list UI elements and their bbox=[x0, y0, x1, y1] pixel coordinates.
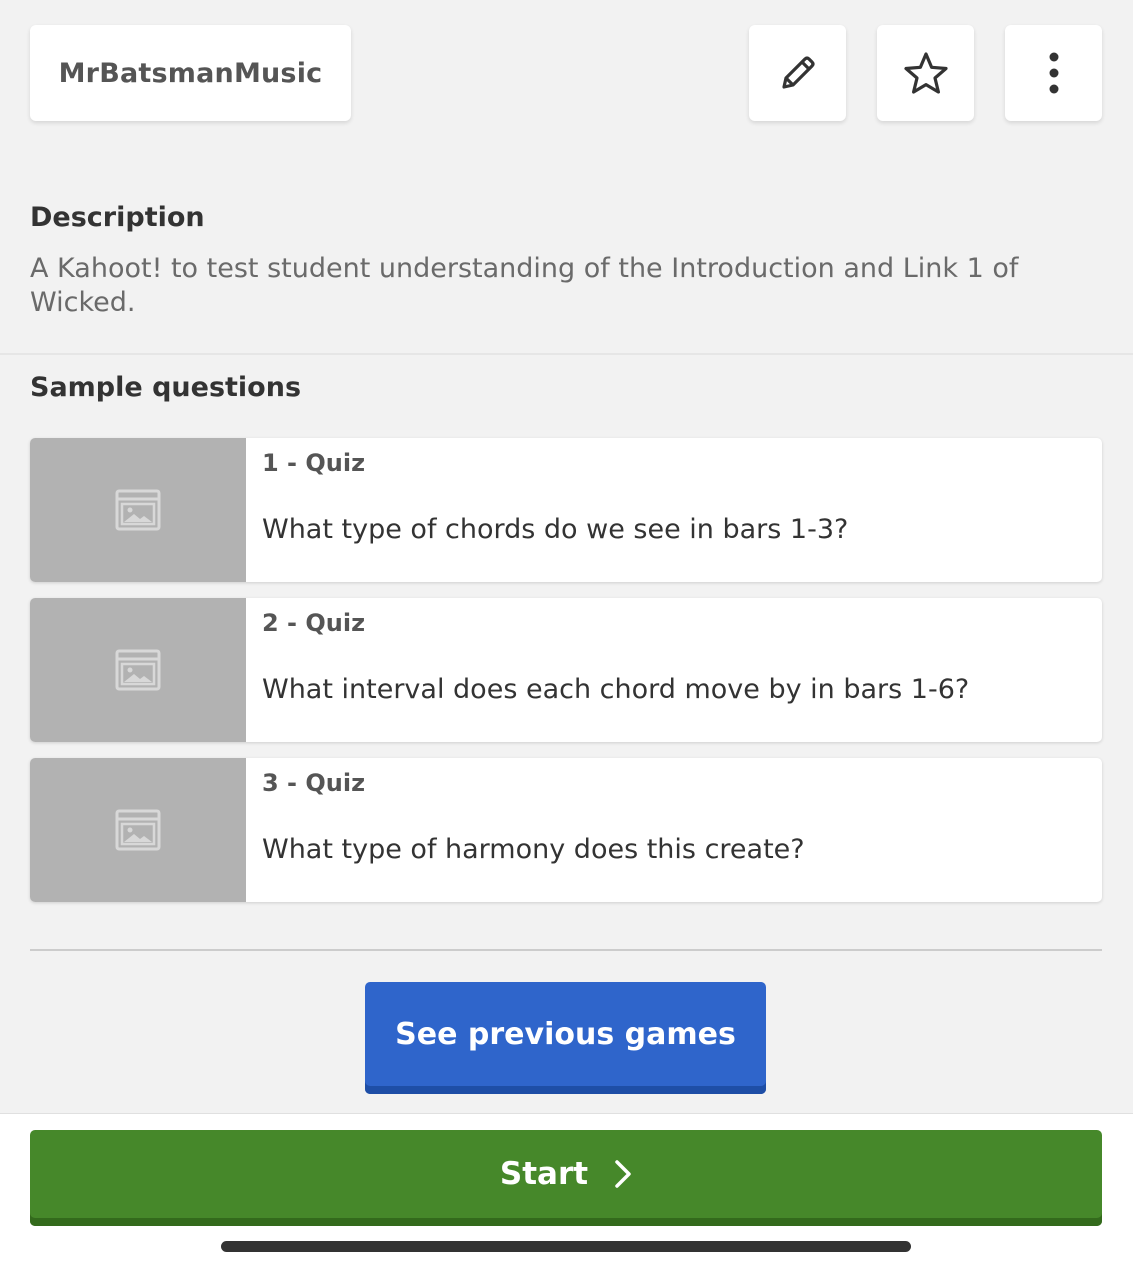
question-text: What interval does each chord move by in… bbox=[262, 674, 970, 705]
edit-button[interactable] bbox=[749, 25, 846, 121]
question-thumbnail bbox=[30, 598, 246, 742]
question-thumbnail bbox=[30, 758, 246, 902]
more-options-button[interactable] bbox=[1005, 25, 1102, 121]
question-card[interactable]: 2 - Quiz What interval does each chord m… bbox=[30, 598, 1102, 742]
kahoot-details-page: MrBatsmanMusic Description A Kahoot! to … bbox=[0, 0, 1133, 1266]
question-type: 1 - Quiz bbox=[262, 449, 366, 477]
question-thumbnail bbox=[30, 438, 246, 582]
question-card[interactable]: 3 - Quiz What type of harmony does this … bbox=[30, 758, 1102, 902]
image-placeholder-icon bbox=[115, 489, 161, 531]
footer-bar: Start bbox=[0, 1113, 1133, 1266]
image-placeholder-icon bbox=[115, 809, 161, 851]
description-section: Description A Kahoot! to test student un… bbox=[30, 200, 1090, 320]
question-type: 3 - Quiz bbox=[262, 769, 366, 797]
divider bbox=[30, 949, 1102, 951]
author-button[interactable]: MrBatsmanMusic bbox=[30, 25, 351, 121]
sample-questions-title: Sample questions bbox=[30, 372, 302, 403]
home-indicator bbox=[221, 1241, 911, 1252]
chevron-right-icon bbox=[615, 1160, 631, 1188]
more-vertical-icon bbox=[1049, 52, 1058, 94]
question-card[interactable]: 1 - Quiz What type of chords do we see i… bbox=[30, 438, 1102, 582]
see-previous-games-label: See previous games bbox=[395, 1016, 736, 1052]
see-previous-games-button[interactable]: See previous games bbox=[365, 982, 766, 1094]
pencil-icon bbox=[781, 56, 815, 89]
image-placeholder-icon bbox=[115, 649, 161, 691]
question-text: What type of harmony does this create? bbox=[262, 834, 805, 865]
top-bar: MrBatsmanMusic bbox=[0, 0, 1133, 150]
description-text: A Kahoot! to test student understanding … bbox=[30, 253, 1019, 318]
author-name: MrBatsmanMusic bbox=[58, 57, 323, 89]
question-type: 2 - Quiz bbox=[262, 609, 366, 637]
start-button[interactable]: Start bbox=[30, 1130, 1102, 1226]
favorite-button[interactable] bbox=[877, 25, 974, 121]
start-label: Start bbox=[499, 1156, 589, 1192]
divider bbox=[0, 353, 1133, 355]
description-title: Description bbox=[30, 202, 205, 233]
star-icon bbox=[903, 52, 948, 94]
question-text: What type of chords do we see in bars 1-… bbox=[262, 514, 849, 545]
